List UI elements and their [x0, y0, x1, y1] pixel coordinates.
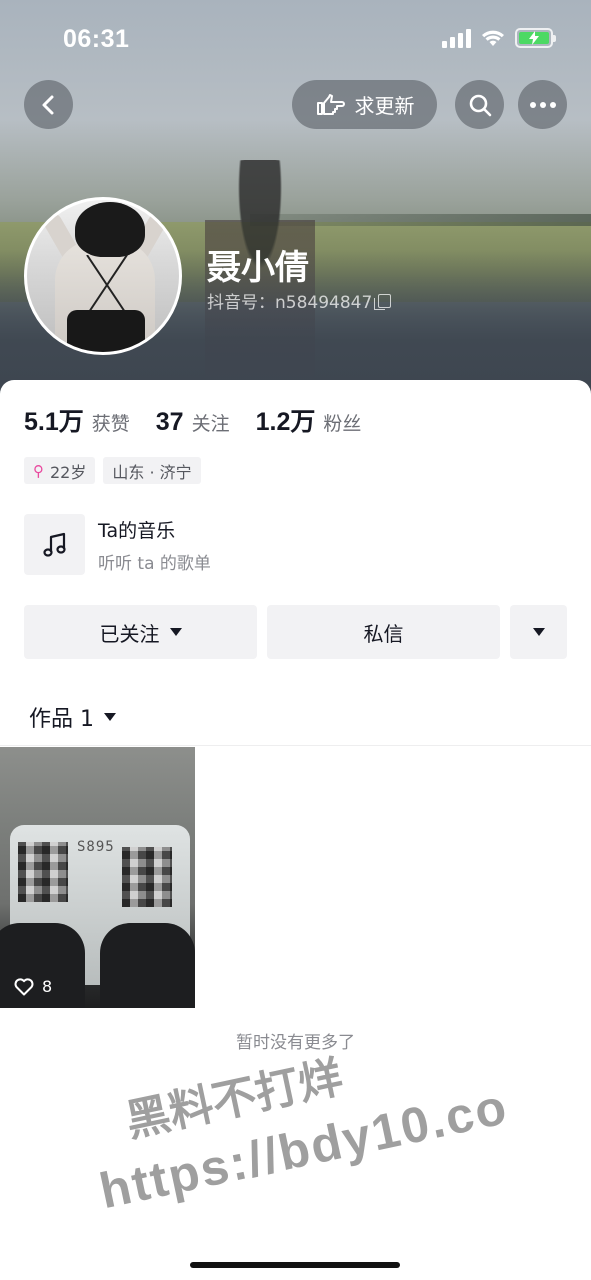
message-button[interactable]: 私信	[267, 605, 500, 659]
age-tag: ⚲ 22岁	[24, 457, 96, 484]
music-entry[interactable]: Ta的音乐 听听 ta 的歌单	[24, 514, 211, 575]
more-button[interactable]	[518, 80, 567, 129]
work-likes-count: 8	[42, 977, 53, 996]
music-note-icon	[42, 532, 66, 557]
caret-down-icon	[169, 628, 182, 636]
stat-likes[interactable]: 5.1万 获赞	[24, 402, 130, 438]
search-icon	[469, 94, 491, 116]
followed-label: 已关注	[99, 621, 160, 646]
scale-display: S895	[77, 839, 115, 855]
heart-icon	[14, 977, 34, 995]
more-actions-button[interactable]	[510, 605, 567, 659]
stat-value: 37	[155, 408, 184, 436]
work-likes: 8	[14, 977, 52, 996]
music-title: Ta的音乐	[98, 519, 176, 542]
action-buttons: 已关注 私信	[24, 605, 567, 659]
stat-label: 获赞	[91, 413, 130, 435]
request-update-button[interactable]: 求更新	[292, 80, 437, 129]
avatar-hair	[75, 202, 145, 257]
music-subtitle: 听听 ta 的歌单	[98, 553, 211, 574]
location-tag: 山东 · 济宁	[103, 457, 201, 484]
caret-down-icon	[104, 713, 116, 721]
avatar[interactable]	[24, 197, 182, 355]
caret-down-icon	[532, 628, 545, 636]
message-label: 私信	[363, 621, 404, 646]
back-button[interactable]	[24, 80, 73, 129]
mosaic-blur	[122, 847, 172, 907]
chevron-left-icon	[42, 95, 53, 114]
followed-button[interactable]: 已关注	[24, 605, 257, 659]
stats-row: 5.1万 获赞 37 关注 1.2万 粉丝	[24, 402, 387, 438]
stat-label: 粉丝	[323, 413, 362, 435]
status-time: 06:31	[63, 25, 130, 53]
profile-tags: ⚲ 22岁 山东 · 济宁	[24, 457, 201, 484]
divider	[0, 745, 591, 746]
pointing-hand-icon	[316, 93, 345, 115]
stat-label: 关注	[191, 413, 230, 435]
douyin-id[interactable]: 抖音号：n58494847	[207, 288, 392, 313]
more-dots-icon	[529, 101, 556, 108]
avatar-dress	[67, 310, 145, 352]
stat-value: 1.2万	[255, 408, 316, 436]
thumbnail-sleeve	[100, 923, 195, 1008]
mosaic-blur	[18, 842, 68, 902]
douyin-id-text: 抖音号：n58494847	[207, 293, 373, 313]
music-icon-box	[24, 514, 85, 575]
location-text: 山东 · 济宁	[112, 462, 192, 482]
age-text: 22岁	[50, 462, 87, 482]
female-icon: ⚲	[33, 461, 44, 480]
copy-icon[interactable]	[374, 293, 392, 310]
nickname: 聂小倩	[207, 248, 309, 288]
works-tab-label: 作品 1	[29, 707, 94, 732]
battery-icon	[515, 28, 556, 48]
stat-following[interactable]: 37 关注	[156, 408, 230, 437]
request-update-label: 求更新	[354, 94, 415, 118]
stat-followers[interactable]: 1.2万 粉丝	[256, 402, 362, 438]
works-tab[interactable]: 作品 1	[29, 701, 116, 733]
signal-icon	[442, 28, 471, 48]
status-icons	[442, 28, 556, 48]
work-thumbnail[interactable]: S895 8	[0, 747, 195, 1008]
stat-value: 5.1万	[24, 408, 84, 436]
search-button[interactable]	[455, 80, 504, 129]
avatar-straps	[86, 255, 128, 315]
home-indicator	[190, 1262, 400, 1268]
wifi-icon	[482, 30, 504, 46]
